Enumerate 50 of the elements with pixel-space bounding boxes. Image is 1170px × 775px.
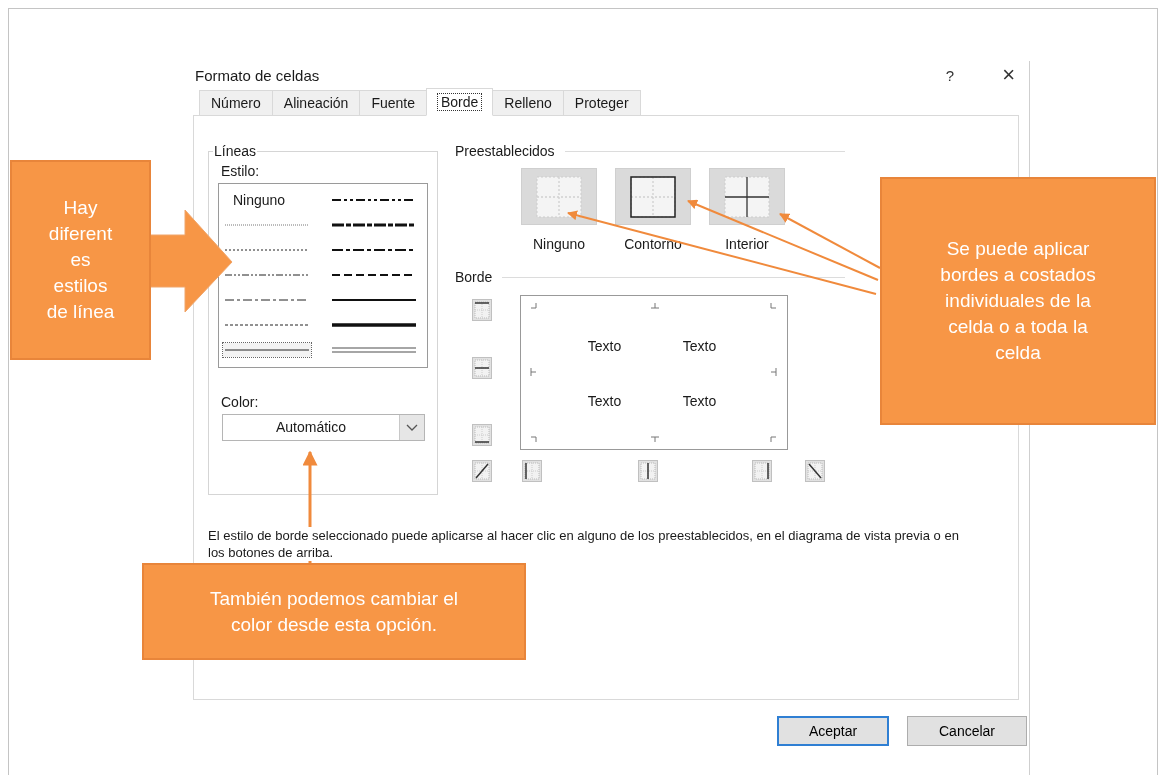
tab[interactable]: Alineación	[271, 90, 361, 115]
tab[interactable]: Fuente	[359, 90, 427, 115]
right-border-icon	[754, 462, 770, 480]
inside-border-icon	[723, 174, 771, 219]
top-border-icon	[474, 301, 490, 319]
preview-text: Texto	[586, 336, 623, 356]
callout-note: Hay diferent es estilos de línea	[10, 160, 151, 360]
group-label: Borde	[455, 269, 493, 285]
tab[interactable]: Proteger	[562, 90, 641, 115]
tab[interactable]: Número	[199, 90, 273, 115]
preset-button[interactable]	[615, 168, 691, 225]
color-dropdown[interactable]: Automático	[222, 414, 425, 441]
color-label: Color:	[221, 394, 260, 410]
border-button[interactable]	[752, 460, 772, 482]
preview-text: Texto	[586, 392, 623, 412]
no-border-icon	[535, 174, 583, 219]
cancel-button[interactable]: Cancelar	[907, 716, 1027, 746]
preview-text: Texto	[681, 392, 718, 412]
border-preview[interactable]: Texto Texto Texto Texto	[520, 295, 788, 450]
preset-label: Ninguno	[532, 236, 586, 252]
preset-label: Contorno	[624, 236, 682, 252]
group-label: Preestablecidos	[455, 143, 555, 159]
line-style-option[interactable]: Ninguno	[223, 191, 286, 208]
left-border-icon	[524, 462, 540, 480]
diagonal-down-icon	[807, 462, 823, 480]
outline-border-icon	[629, 174, 677, 219]
border-button[interactable]	[638, 460, 658, 482]
style-label: Estilo:	[221, 163, 261, 179]
window-title: Formato de celdas	[195, 66, 321, 84]
tab[interactable]: Borde	[426, 88, 494, 116]
help-button[interactable]: ?	[945, 66, 955, 84]
caret-icon	[399, 415, 424, 440]
border-button[interactable]	[472, 299, 492, 321]
line-style-list[interactable]: Ninguno	[218, 183, 428, 368]
callout-note: También podemos cambiar el color desde esta opción.	[142, 563, 526, 660]
callout-note: Se puede aplicar bordes a costados individuales de la celda o a toda la celda	[880, 177, 1156, 425]
preset-button[interactable]	[709, 168, 785, 225]
border-button[interactable]	[522, 460, 542, 482]
tab[interactable]: Relleno	[492, 90, 564, 115]
border-button[interactable]	[472, 357, 492, 379]
border-button[interactable]	[472, 460, 492, 482]
group-label: Líneas	[213, 143, 258, 159]
ok-button[interactable]: Aceptar	[777, 716, 889, 746]
close-button[interactable]: ×	[1002, 62, 1015, 88]
border-button[interactable]	[472, 424, 492, 446]
preview-text: Texto	[681, 336, 718, 356]
border-button[interactable]	[805, 460, 825, 482]
bottom-border-icon	[474, 426, 490, 444]
diagonal-up-icon	[474, 462, 490, 480]
preset-label: Interior	[725, 236, 769, 252]
